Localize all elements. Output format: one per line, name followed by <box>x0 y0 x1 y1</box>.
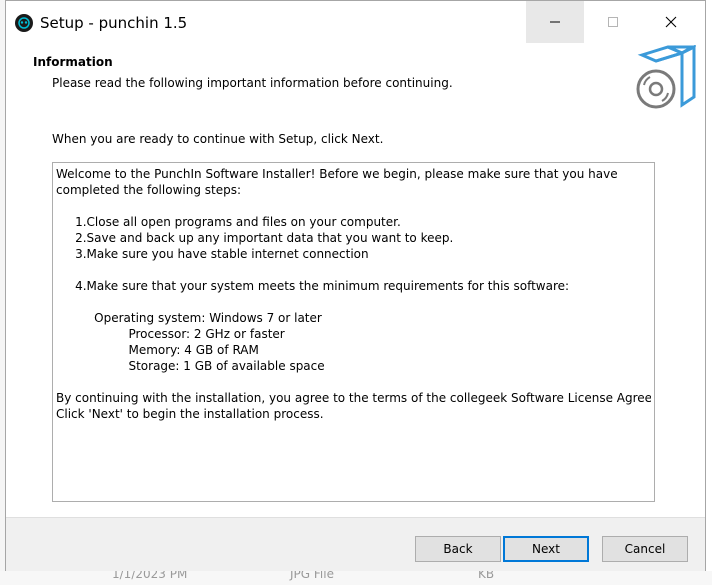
installer-box-disc-icon <box>636 45 696 109</box>
memo-line: Operating system: Windows 7 or later <box>56 311 322 325</box>
memo-line: Processor: 2 GHz or faster <box>56 327 285 341</box>
app-icon <box>15 14 33 32</box>
memo-line: Click 'Next' to begin the installation p… <box>56 407 324 421</box>
memo-line <box>56 294 651 310</box>
back-button[interactable]: Back <box>415 536 501 562</box>
memo-line: Memory: 4 GB of RAM <box>56 343 259 357</box>
memo-line: By continuing with the installation, you… <box>56 391 651 405</box>
minimize-icon <box>550 21 560 23</box>
memo-line: completed the following steps: <box>56 183 242 197</box>
background-type: JPG File <box>290 571 334 581</box>
memo-line: Storage: 1 GB of available space <box>56 359 325 373</box>
close-button[interactable] <box>642 1 700 43</box>
memo-line <box>56 374 651 390</box>
background-file-row: 1/1/2023 PM JPG File KB <box>0 571 712 585</box>
next-button[interactable]: Next <box>503 536 589 562</box>
background-size: KB <box>478 571 495 581</box>
wizard-footer: Back Next Cancel <box>6 517 705 571</box>
memo-line <box>56 198 651 214</box>
intro-text: When you are ready to continue with Setu… <box>52 132 384 146</box>
memo-line: 1.Close all open programs and files on y… <box>56 215 401 229</box>
close-icon <box>665 16 677 28</box>
setup-window: Setup - punchin 1.5 Information Please r… <box>5 0 706 571</box>
wizard-header: Information Please read the following im… <box>6 45 705 127</box>
wizard-content: When you are ready to continue with Setu… <box>6 127 705 517</box>
minimize-button[interactable] <box>526 1 584 43</box>
info-memo[interactable]: Welcome to the PunchIn Software Installe… <box>52 162 655 502</box>
window-title: Setup - punchin 1.5 <box>40 14 188 32</box>
page-title: Information <box>33 55 113 69</box>
memo-line: 3.Make sure you have stable internet con… <box>56 247 369 261</box>
maximize-button[interactable] <box>584 1 642 43</box>
maximize-icon <box>608 17 618 27</box>
memo-line: 4.Make sure that your system meets the m… <box>56 279 570 293</box>
memo-line <box>56 262 651 278</box>
title-bar[interactable]: Setup - punchin 1.5 <box>6 1 705 45</box>
page-subtitle: Please read the following important info… <box>52 76 453 90</box>
cancel-button[interactable]: Cancel <box>602 536 688 562</box>
memo-line: Welcome to the PunchIn Software Installe… <box>56 167 618 181</box>
memo-line: 2.Save and back up any important data th… <box>56 231 454 245</box>
background-date: 1/1/2023 PM <box>112 571 188 581</box>
info-memo-text: Welcome to the PunchIn Software Installe… <box>56 166 651 422</box>
